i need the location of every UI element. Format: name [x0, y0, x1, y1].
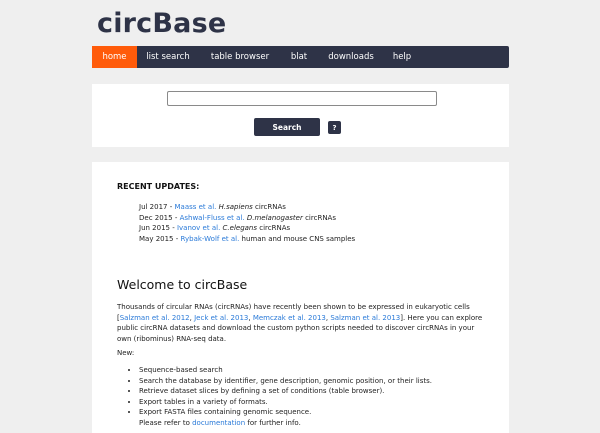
search-button[interactable]: Search	[254, 118, 320, 136]
feature-list: Sequence-based search Search the databas…	[129, 365, 432, 428]
update-date: Jun 2015	[139, 224, 170, 232]
nav-blat[interactable]: blat	[283, 46, 315, 68]
intro-paragraph: Thousands of circular RNAs (circRNAs) ha…	[117, 302, 487, 344]
update-item: May 2015 - Rybak-Wolf et al. human and m…	[139, 234, 355, 245]
update-species: H.sapiens	[218, 203, 253, 211]
update-item: Dec 2015 - Ashwal-Fluss et al. D.melanog…	[139, 213, 355, 224]
update-item: Jun 2015 - Ivanov et al. C.elegans circR…	[139, 223, 355, 234]
search-input[interactable]	[167, 91, 437, 106]
update-text: circRNAs	[302, 213, 336, 222]
update-separator: -	[169, 224, 177, 232]
welcome-heading: Welcome to circBase	[117, 277, 248, 292]
update-date: Dec 2015	[139, 213, 173, 222]
note-suffix: for further info.	[245, 418, 301, 427]
update-species: D.melanogaster	[246, 213, 303, 222]
search-panel: Search ?	[92, 84, 509, 147]
feature-item: Export FASTA files containing genomic se…	[139, 407, 432, 418]
update-separator: -	[173, 234, 181, 243]
update-link[interactable]: Ashwal-Fluss et al.	[180, 214, 245, 222]
citation-link[interactable]: Salzman et al. 2012	[120, 314, 190, 322]
update-link[interactable]: Rybak-Wolf et al.	[181, 235, 240, 243]
main-nav: home list search table browser blat down…	[92, 46, 509, 68]
recent-updates-list: Jul 2017 - Maass et al. H.sapiens circRN…	[139, 202, 355, 244]
feature-item: Retrieve dataset slices by defining a se…	[139, 386, 432, 397]
search-help-button[interactable]: ?	[328, 121, 341, 134]
citation-link[interactable]: Salzman et al. 2013	[330, 314, 400, 322]
update-text: circRNAs	[257, 224, 291, 232]
nav-help[interactable]: help	[387, 46, 417, 68]
site-logo[interactable]: circBase	[97, 8, 226, 39]
nav-list-search[interactable]: list search	[139, 46, 197, 68]
update-item: Jul 2017 - Maass et al. H.sapiens circRN…	[139, 202, 355, 213]
update-species: C.elegans	[222, 224, 258, 232]
update-link[interactable]: Ivanov et al.	[177, 224, 220, 232]
feature-item: Export tables in a variety of formats.	[139, 397, 432, 408]
note-prefix: Please refer to	[139, 418, 193, 427]
content-panel: RECENT UPDATES: Jul 2017 - Maass et al. …	[92, 162, 509, 433]
nav-downloads[interactable]: downloads	[321, 46, 381, 68]
documentation-link[interactable]: documentation	[192, 419, 245, 427]
citation-link[interactable]: Jeck et al. 2013	[194, 314, 248, 322]
update-separator: -	[172, 213, 180, 222]
new-features-label: New:	[117, 349, 135, 357]
nav-home[interactable]: home	[92, 46, 137, 68]
citation-link[interactable]: Memczak et al. 2013	[253, 314, 326, 322]
update-date: May 2015	[139, 234, 174, 243]
documentation-note: Please refer to documentation for furthe…	[139, 418, 432, 429]
update-text: human and mouse CNS samples	[239, 234, 356, 243]
update-date: Jul 2017	[139, 203, 168, 211]
recent-updates-heading: RECENT UPDATES:	[117, 182, 200, 191]
nav-table-browser[interactable]: table browser	[201, 46, 279, 68]
feature-item: Search the database by identifier, gene …	[139, 376, 432, 387]
update-link[interactable]: Maass et al.	[174, 203, 216, 211]
feature-item: Sequence-based search	[139, 365, 432, 376]
update-text: circRNAs	[252, 203, 286, 211]
